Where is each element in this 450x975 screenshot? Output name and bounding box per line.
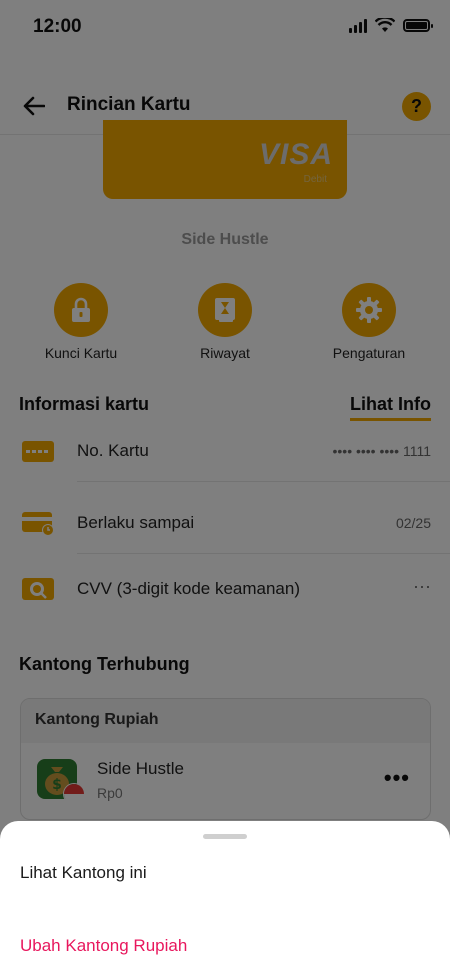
bottom-sheet: Lihat Kantong ini Ubah Kantong Rupiah — [0, 821, 450, 975]
change-pocket-option[interactable]: Ubah Kantong Rupiah — [20, 936, 187, 956]
sheet-drag-handle[interactable] — [203, 834, 247, 839]
view-pocket-option[interactable]: Lihat Kantong ini — [20, 863, 147, 883]
card-detail-screen: 12:00 Rincian Kartu ? VISA Debit Sid — [0, 0, 450, 975]
